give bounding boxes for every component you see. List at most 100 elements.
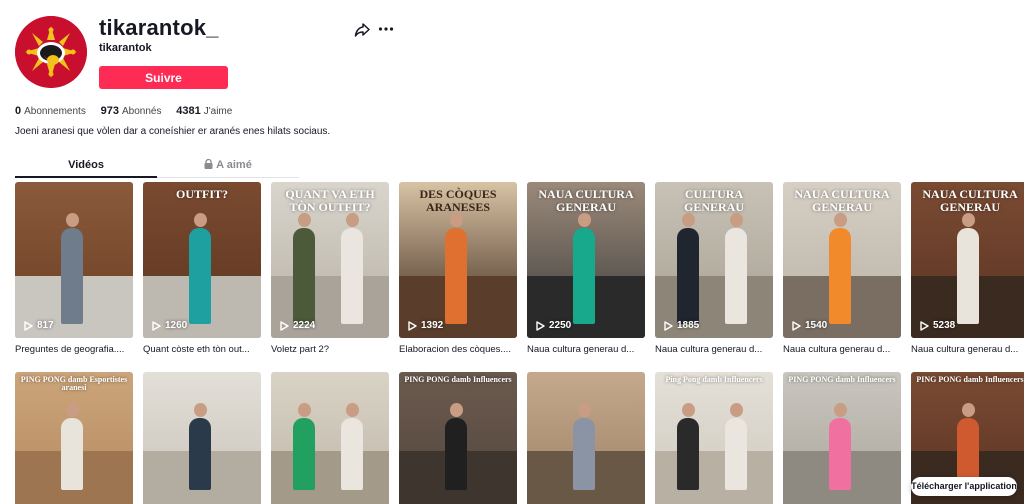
video-thumbnail[interactable]: OUTFIT? 1260 — [143, 182, 261, 338]
video-overlay-text: OUTFIT? — [175, 187, 228, 201]
video-caption[interactable]: Preguntes de geografia.... — [15, 344, 133, 355]
video-card[interactable] — [271, 372, 389, 504]
person-figure — [829, 228, 851, 324]
video-overlay-text: NAUA CULTURA GENERAU — [538, 187, 634, 214]
follow-button[interactable]: Suivre — [99, 66, 228, 89]
person-head — [449, 213, 463, 227]
video-overlay-text: DES CÒQUES ARANESES — [419, 187, 497, 214]
stat-followers[interactable]: 973 Abonnés — [101, 105, 174, 117]
person-head — [297, 403, 311, 417]
play-icon — [408, 320, 417, 331]
view-count-value: 1260 — [165, 320, 188, 331]
view-count: 817 — [24, 320, 54, 331]
person-figure — [829, 418, 851, 490]
video-thumbnail[interactable]: PING PONG damb Influencers — [399, 372, 517, 504]
person-head — [681, 213, 695, 227]
play-icon — [536, 320, 545, 331]
occitan-cross-logo — [15, 16, 87, 88]
profile-nickname: tikarantok — [99, 42, 152, 54]
video-thumbnail[interactable]: NAUA CULTURA GENERAU 5238 — [911, 182, 1024, 338]
person-figure — [573, 228, 595, 324]
view-count-value: 817 — [37, 320, 54, 331]
view-count-value: 1885 — [677, 320, 700, 331]
video-card[interactable]: PING PONG damb Influencers — [783, 372, 901, 504]
person-figure — [189, 418, 211, 490]
video-overlay-text: NAUA CULTURA GENERAU — [922, 187, 1018, 214]
person-head — [833, 213, 847, 227]
video-caption[interactable]: Voletz part 2? — [271, 344, 389, 355]
view-count: 5238 — [920, 320, 955, 331]
video-card[interactable]: PING PONG damb Esportistes aranesi — [15, 372, 133, 504]
profile-stats: 0 Abonnements 973 Abonnés 4381 J'aime — [15, 105, 244, 117]
more-options-icon[interactable] — [378, 21, 394, 37]
video-thumbnail[interactable]: NAUA CULTURA GENERAU 2250 — [527, 182, 645, 338]
video-grid-row-2: PING PONG damb Esportistes aranesi PING P… — [15, 372, 1024, 504]
video-overlay-text: PING PONG damb Influencers — [404, 375, 512, 384]
play-icon — [920, 320, 929, 331]
video-overlay-text: PING PONG damb Influencers — [788, 375, 896, 384]
view-count-value: 2250 — [549, 320, 572, 331]
video-thumbnail[interactable] — [143, 372, 261, 504]
video-thumbnail[interactable] — [271, 372, 389, 504]
download-app-button[interactable]: Télécharger l'application — [911, 477, 1017, 496]
video-caption[interactable]: Quant còste eth tòn out... — [143, 344, 261, 355]
thumbnail-floor — [655, 451, 773, 504]
person-head — [193, 213, 207, 227]
person-head — [297, 213, 311, 227]
video-caption[interactable]: Naua cultura generau d... — [527, 344, 645, 355]
thumbnail-floor — [271, 451, 389, 504]
video-caption[interactable]: Naua cultura generau d... — [911, 344, 1024, 355]
person-head — [577, 213, 591, 227]
person-head — [65, 403, 79, 417]
stat-following[interactable]: 0 Abonnements — [15, 105, 98, 117]
tab-liked[interactable]: A aimé — [157, 159, 299, 171]
video-card[interactable]: CULTURA GENERAU 1885 Naua cultura generau … — [655, 182, 773, 355]
video-thumbnail[interactable]: PING PONG damb Influencers — [783, 372, 901, 504]
video-thumbnail[interactable]: CULTURA GENERAU 1885 — [655, 182, 773, 338]
person-figure — [957, 228, 979, 324]
tab-videos[interactable]: Vidéos — [15, 159, 157, 171]
video-card[interactable]: OUTFIT? 1260 Quant còste eth tòn out... — [143, 182, 261, 355]
play-icon — [24, 320, 33, 331]
view-count: 1392 — [408, 320, 443, 331]
video-caption[interactable]: Naua cultura generau d... — [655, 344, 773, 355]
stat-likes: 4381 J'aime — [176, 105, 233, 117]
video-card[interactable] — [527, 372, 645, 504]
video-card[interactable]: PING PONG damb Influencers — [399, 372, 517, 504]
video-thumbnail[interactable]: DES CÒQUES ARANESES 1392 — [399, 182, 517, 338]
person-figure — [573, 418, 595, 490]
person-head — [449, 403, 463, 417]
person-figure — [677, 418, 699, 490]
person-head — [729, 403, 743, 417]
video-card[interactable]: NAUA CULTURA GENERAU 2250 Naua cultura gen… — [527, 182, 645, 355]
video-card[interactable]: 817 Preguntes de geografia.... — [15, 182, 133, 355]
video-thumbnail[interactable]: Ping Pong damb Influencers — [655, 372, 773, 504]
person-figure — [341, 228, 363, 324]
video-thumbnail[interactable]: NAUA CULTURA GENERAU 1540 — [783, 182, 901, 338]
person-figure — [677, 228, 699, 324]
person-figure — [445, 228, 467, 324]
video-caption[interactable]: Elaboracion des còques.... — [399, 344, 517, 355]
person-head — [345, 213, 359, 227]
video-thumbnail[interactable]: QUANT VA ETH TÒN OUTFIT? 2224 — [271, 182, 389, 338]
video-caption[interactable]: Naua cultura generau d... — [783, 344, 901, 355]
person-figure — [341, 418, 363, 490]
video-card[interactable]: NAUA CULTURA GENERAU 1540 Naua cultura gen… — [783, 182, 901, 355]
video-card[interactable]: DES CÒQUES ARANESES 1392 Elaboracion des c… — [399, 182, 517, 355]
video-thumbnail[interactable] — [527, 372, 645, 504]
person-head — [345, 403, 359, 417]
view-count: 1885 — [664, 320, 699, 331]
avatar[interactable] — [15, 16, 87, 88]
video-card[interactable]: NAUA CULTURA GENERAU 5238 Naua cultura gen… — [911, 182, 1024, 355]
person-figure — [445, 418, 467, 490]
video-card[interactable]: QUANT VA ETH TÒN OUTFIT? 2224 Voletz part … — [271, 182, 389, 355]
share-icon[interactable] — [354, 22, 370, 38]
video-thumbnail[interactable]: PING PONG damb Esportistes aranesi — [15, 372, 133, 504]
video-card[interactable]: Ping Pong damb Influencers — [655, 372, 773, 504]
view-count: 2224 — [280, 320, 315, 331]
video-card[interactable] — [143, 372, 261, 504]
profile-tabs: Vidéos A aimé — [15, 156, 299, 178]
video-thumbnail[interactable]: 817 — [15, 182, 133, 338]
play-icon — [664, 320, 673, 331]
person-head — [729, 213, 743, 227]
